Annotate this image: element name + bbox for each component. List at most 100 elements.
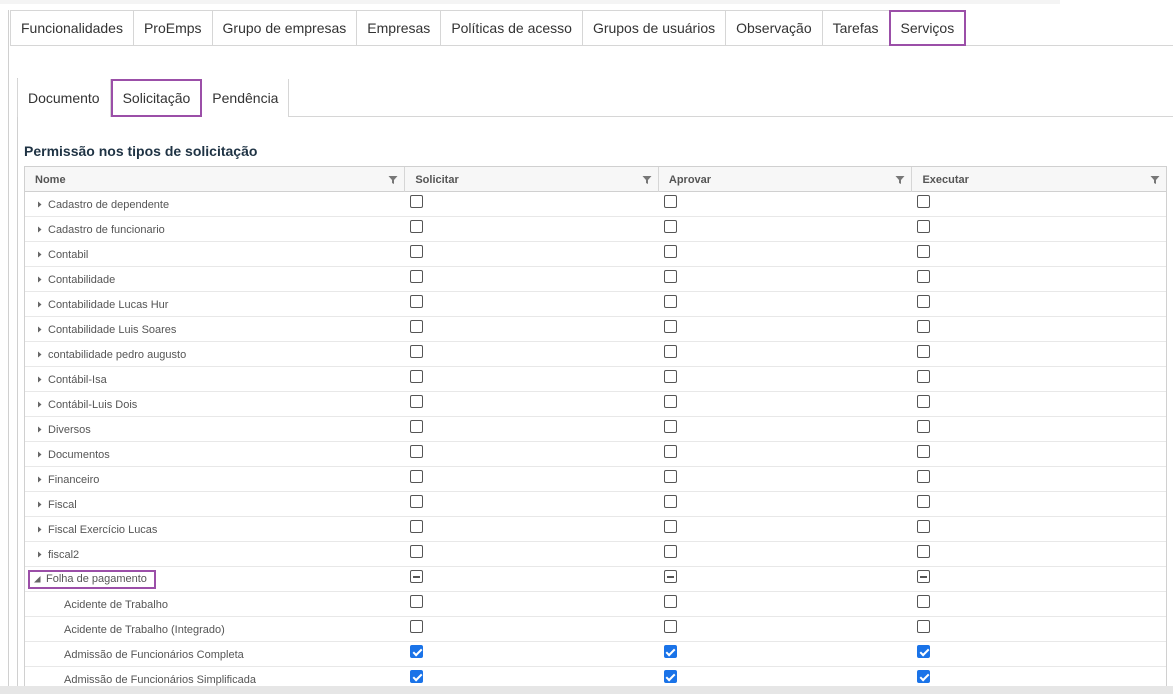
caret-right-icon[interactable] [35, 225, 44, 234]
tab-grupos-de-usuarios[interactable]: Grupos de usuários [581, 10, 727, 45]
solicitar-checkbox[interactable] [410, 320, 424, 333]
solicitar-checkbox[interactable] [410, 270, 424, 283]
aprovar-checkbox[interactable] [663, 645, 677, 658]
aprovar-checkbox[interactable] [663, 220, 677, 233]
solicitar-checkbox[interactable] [410, 545, 424, 558]
solicitar-checkbox[interactable] [410, 620, 424, 633]
executar-checkbox[interactable] [917, 295, 931, 308]
aprovar-checkbox[interactable] [663, 545, 677, 558]
executar-checkbox[interactable] [917, 270, 931, 283]
solicitar-checkbox[interactable] [410, 495, 424, 508]
aprovar-checkbox[interactable] [663, 320, 677, 333]
solicitar-checkbox[interactable] [410, 245, 424, 258]
aprovar-checkbox[interactable] [663, 420, 677, 433]
caret-right-icon[interactable] [35, 375, 44, 384]
aprovar-checkbox[interactable] [663, 270, 677, 283]
executar-checkbox[interactable] [917, 445, 931, 458]
executar-checkbox[interactable] [917, 570, 931, 583]
aprovar-checkbox[interactable] [663, 295, 677, 308]
caret-right-icon[interactable] [35, 550, 44, 559]
solicitar-checkbox[interactable] [410, 195, 424, 208]
aprovar-checkbox[interactable] [663, 195, 677, 208]
name-box: Cadastro de dependente [35, 199, 169, 211]
aprovar-checkbox[interactable] [663, 395, 677, 408]
solicitar-checkbox[interactable] [410, 570, 424, 583]
aprovar-checkbox[interactable] [663, 595, 677, 608]
executar-checkbox[interactable] [917, 595, 931, 608]
executar-checkbox[interactable] [917, 370, 931, 383]
caret-right-icon[interactable] [35, 325, 44, 334]
filter-icon[interactable] [642, 175, 652, 185]
aprovar-checkbox[interactable] [663, 670, 677, 683]
filter-icon[interactable] [388, 175, 398, 185]
caret-right-icon[interactable] [35, 300, 44, 309]
aprovar-checkbox[interactable] [663, 345, 677, 358]
executar-checkbox[interactable] [917, 395, 931, 408]
name-cell: Acidente de Trabalho [25, 592, 405, 617]
caret-right-icon[interactable] [35, 275, 44, 284]
subtab-solicitacao[interactable]: Solicitação [110, 79, 203, 117]
aprovar-checkbox[interactable] [663, 470, 677, 483]
executar-checkbox[interactable] [917, 545, 931, 558]
solicitar-checkbox[interactable] [410, 295, 424, 308]
solicitar-checkbox[interactable] [410, 220, 424, 233]
aprovar-checkbox[interactable] [663, 370, 677, 383]
solicitar-checkbox[interactable] [410, 520, 424, 533]
tab-tarefas[interactable]: Tarefas [821, 10, 890, 45]
tab-empresas[interactable]: Empresas [356, 10, 442, 45]
caret-right-icon[interactable] [35, 500, 44, 509]
tab-grupo-de-empresas[interactable]: Grupo de empresas [211, 10, 358, 45]
subtab-documento[interactable]: Documento [17, 79, 111, 117]
solicitar-checkbox[interactable] [410, 595, 424, 608]
executar-checkbox[interactable] [917, 195, 931, 208]
caret-right-icon[interactable] [35, 475, 44, 484]
executar-cell [912, 517, 1166, 542]
solicitar-checkbox[interactable] [410, 445, 424, 458]
solicitar-checkbox[interactable] [410, 420, 424, 433]
executar-checkbox[interactable] [917, 645, 931, 658]
aprovar-checkbox[interactable] [663, 445, 677, 458]
name-box: fiscal2 [35, 549, 79, 561]
solicitar-checkbox[interactable] [410, 345, 424, 358]
executar-cell [912, 267, 1166, 292]
aprovar-checkbox[interactable] [663, 245, 677, 258]
solicitar-checkbox[interactable] [410, 470, 424, 483]
caret-right-icon[interactable] [35, 525, 44, 534]
solicitar-checkbox[interactable] [410, 395, 424, 408]
tab-funcionalidades[interactable]: Funcionalidades [10, 10, 134, 45]
executar-checkbox[interactable] [917, 495, 931, 508]
executar-checkbox[interactable] [917, 420, 931, 433]
filter-icon[interactable] [895, 175, 905, 185]
caret-right-icon[interactable] [35, 450, 44, 459]
tab-observacao[interactable]: Observação [725, 10, 823, 45]
filter-icon[interactable] [1150, 175, 1160, 185]
solicitar-checkbox[interactable] [410, 670, 424, 683]
executar-checkbox[interactable] [917, 620, 931, 633]
executar-checkbox[interactable] [917, 520, 931, 533]
aprovar-checkbox[interactable] [663, 520, 677, 533]
executar-checkbox[interactable] [917, 245, 931, 258]
aprovar-checkbox[interactable] [663, 495, 677, 508]
solicitar-checkbox[interactable] [410, 370, 424, 383]
executar-cell [912, 567, 1166, 592]
column-header-executar: Executar [912, 167, 1166, 192]
executar-checkbox[interactable] [917, 320, 931, 333]
tab-proemps[interactable]: ProEmps [132, 10, 213, 45]
executar-checkbox[interactable] [917, 470, 931, 483]
solicitar-checkbox[interactable] [410, 645, 424, 658]
tab-servicos[interactable]: Serviços [888, 10, 967, 46]
aprovar-checkbox[interactable] [663, 620, 677, 633]
caret-down-icon[interactable] [33, 575, 42, 584]
caret-right-icon[interactable] [35, 400, 44, 409]
row-label: Fiscal [48, 498, 77, 511]
caret-right-icon[interactable] [35, 350, 44, 359]
tab-politicas-de-acesso[interactable]: Políticas de acesso [440, 10, 583, 45]
executar-checkbox[interactable] [917, 670, 931, 683]
executar-checkbox[interactable] [917, 345, 931, 358]
executar-checkbox[interactable] [917, 220, 931, 233]
caret-right-icon[interactable] [35, 200, 44, 209]
aprovar-checkbox[interactable] [663, 570, 677, 583]
subtab-pendencia[interactable]: Pendência [202, 79, 290, 117]
caret-right-icon[interactable] [35, 250, 44, 259]
caret-right-icon[interactable] [35, 425, 44, 434]
